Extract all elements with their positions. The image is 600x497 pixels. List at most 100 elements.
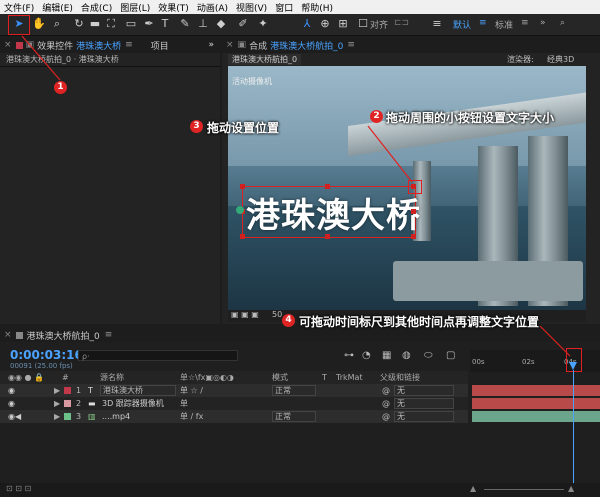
motion-blur-icon[interactable]: ◍ — [402, 350, 411, 361]
resize-handle[interactable] — [325, 234, 330, 239]
playhead-handle[interactable] — [569, 362, 577, 370]
menu-file[interactable]: 文件(F) — [0, 1, 38, 14]
brush-tool-icon[interactable]: ✎ — [178, 17, 192, 31]
current-time-indicator[interactable] — [573, 370, 574, 485]
axis-view-icon[interactable]: ⊞ — [336, 17, 350, 31]
current-timecode[interactable]: 0:00:03:16 — [10, 348, 83, 362]
close-icon[interactable]: × — [0, 330, 16, 340]
layer-name[interactable]: ....mp4 — [102, 410, 130, 423]
menu-help[interactable]: 帮助(H) — [297, 1, 337, 14]
zoom-out-icon[interactable]: ▲ — [470, 484, 476, 493]
close-icon[interactable]: × — [222, 40, 238, 50]
effects-tab-label[interactable]: 效果控件 — [37, 39, 73, 52]
expand-arrow-icon[interactable]: ▶ — [54, 384, 60, 397]
menu-effect[interactable]: 效果(T) — [154, 1, 193, 14]
layer-track-bar[interactable] — [472, 398, 600, 409]
layer-color-chip[interactable] — [64, 400, 71, 407]
resize-handle[interactable] — [411, 209, 416, 214]
layer-name[interactable]: 3D 跟踪器摄像机 — [102, 397, 164, 410]
workspace-standard-menu-icon[interactable]: ≡ — [521, 18, 529, 28]
shy-icon[interactable]: ◔ — [362, 350, 371, 361]
layer-switches[interactable]: 单 / fx — [180, 410, 203, 423]
clone-stamp-tool-icon[interactable]: ⊥ — [196, 17, 210, 31]
resize-handle[interactable] — [411, 234, 416, 239]
expand-arrow-icon[interactable]: ▶ — [54, 397, 60, 410]
col-source-header[interactable]: 源名称 — [100, 371, 124, 384]
workspace-more-icon[interactable]: » — [540, 18, 546, 28]
lock-icon[interactable]: ▣ — [238, 40, 247, 50]
lock-icon[interactable]: ▣ — [26, 40, 35, 50]
layer-mode-select[interactable]: 正常 — [272, 411, 316, 422]
hand-tool-icon[interactable]: ✋ — [32, 17, 46, 31]
timeline-tab-name[interactable]: 港珠澳大桥航拍_0 — [27, 329, 100, 342]
effects-tab-name[interactable]: 港珠澳大桥 — [76, 39, 121, 52]
visibility-toggle-icon[interactable]: ◉ — [8, 384, 15, 397]
eraser-tool-icon[interactable]: ◆ — [214, 17, 228, 31]
camera-tool-icon[interactable]: ▬ — [88, 17, 102, 31]
comp-subtab[interactable]: 港珠澳大桥航拍_0 — [228, 54, 302, 65]
puppet-pin-tool-icon[interactable]: ✦ — [256, 17, 270, 31]
search-help-icon[interactable]: ⌕ — [560, 18, 565, 28]
renderer-value[interactable]: 经典3D — [547, 54, 574, 65]
axis-local-icon[interactable]: ⅄ — [300, 17, 314, 31]
layer-name[interactable]: 港珠澳大桥 — [100, 385, 176, 396]
layer-search-input[interactable]: ρ· — [78, 350, 238, 361]
roto-brush-tool-icon[interactable]: ✐ — [236, 17, 250, 31]
menu-animation[interactable]: 动画(A) — [193, 1, 232, 14]
workspace-standard[interactable]: 标准 — [495, 18, 513, 31]
expand-arrow-icon[interactable]: ▶ — [54, 410, 60, 423]
frame-blend-icon[interactable]: ▦ — [382, 350, 391, 361]
project-tab[interactable]: 项目 — [151, 39, 169, 52]
layer-flow-icon[interactable]: ▢ — [446, 350, 455, 361]
parent-select[interactable]: 无 — [394, 411, 454, 422]
visibility-audio-icon[interactable]: ◉◀ — [8, 410, 21, 423]
parent-select[interactable]: 无 — [394, 398, 454, 409]
layer-color-chip[interactable] — [64, 387, 71, 394]
resize-handle[interactable] — [325, 184, 330, 189]
workspace-menu-icon[interactable]: ≡ — [430, 17, 444, 31]
tab-menu-icon[interactable]: ≡ — [347, 40, 355, 50]
graph-editor-icon[interactable]: ⬭ — [424, 350, 433, 361]
pen-tool-icon[interactable]: ✒ — [142, 17, 156, 31]
resize-handle[interactable] — [240, 184, 245, 189]
parent-pickwhip-icon[interactable]: @ — [382, 410, 390, 423]
layer-row[interactable]: ◉ ▶ 1 T 港珠澳大桥 单 ☆ / 正常 @ 无 — [0, 384, 468, 397]
zoom-slider[interactable] — [484, 489, 564, 490]
layer-track-bar[interactable] — [472, 385, 600, 396]
layer-track-bar[interactable] — [472, 411, 600, 422]
comp-flowchart-icon[interactable]: ⊶ — [344, 350, 354, 361]
layer-switches[interactable]: 单 — [180, 397, 188, 410]
axis-world-icon[interactable]: ⊕ — [318, 17, 332, 31]
layer-mode-select[interactable]: 正常 — [272, 385, 316, 396]
overlay-text[interactable]: 港珠澳大桥 — [246, 188, 421, 237]
close-icon[interactable]: × — [0, 40, 16, 50]
menu-view[interactable]: 视图(V) — [232, 1, 271, 14]
rotate-tool-icon[interactable]: ↻ — [72, 17, 86, 31]
type-tool-icon[interactable]: T — [158, 17, 172, 31]
parent-pickwhip-icon[interactable]: @ — [382, 397, 390, 410]
toggle-switches-icon[interactable]: ⊡ ⊡ ⊡ — [6, 484, 31, 493]
zoom-tool-icon[interactable]: ⌕ — [50, 17, 64, 31]
layer-switches[interactable]: 单 ☆ / — [180, 384, 203, 397]
tab-menu-icon[interactable]: ≡ — [125, 40, 133, 50]
tab-menu-icon[interactable]: ≡ — [105, 330, 113, 340]
snap-options-icon[interactable]: ⊏⊐ — [394, 18, 409, 28]
menu-composition[interactable]: 合成(C) — [77, 1, 116, 14]
workspace-default[interactable]: 默认 — [453, 18, 471, 31]
layer-row[interactable]: ◉◀ ▶ 3 ▥ ....mp4 单 / fx 正常 @ 无 — [0, 410, 468, 423]
comp-tab-name[interactable]: 港珠澳大桥航拍_0 — [270, 39, 343, 52]
zoom-level[interactable]: 50 — [272, 310, 282, 319]
menu-window[interactable]: 窗口 — [271, 1, 297, 14]
parent-pickwhip-icon[interactable]: @ — [382, 384, 390, 397]
parent-select[interactable]: 无 — [394, 385, 454, 396]
selection-tool-icon[interactable]: ➤ — [12, 17, 26, 31]
resize-handle[interactable] — [240, 234, 245, 239]
comp-viewer[interactable]: 活动摄像机 港珠澳大桥 — [228, 66, 586, 320]
menu-layer[interactable]: 图层(L) — [116, 1, 154, 14]
pan-behind-tool-icon[interactable]: ⛶ — [104, 17, 118, 31]
visibility-toggle-icon[interactable]: ◉ — [8, 397, 15, 410]
layer-row[interactable]: ◉ ▶ 2 ▬ 3D 跟踪器摄像机 单 @ 无 — [0, 397, 468, 410]
panel-overflow-icon[interactable]: » — [208, 40, 220, 50]
viewer-options-icon[interactable]: ▣ ▣ ▣ — [231, 310, 259, 319]
rectangle-tool-icon[interactable]: ▭ — [124, 17, 138, 31]
